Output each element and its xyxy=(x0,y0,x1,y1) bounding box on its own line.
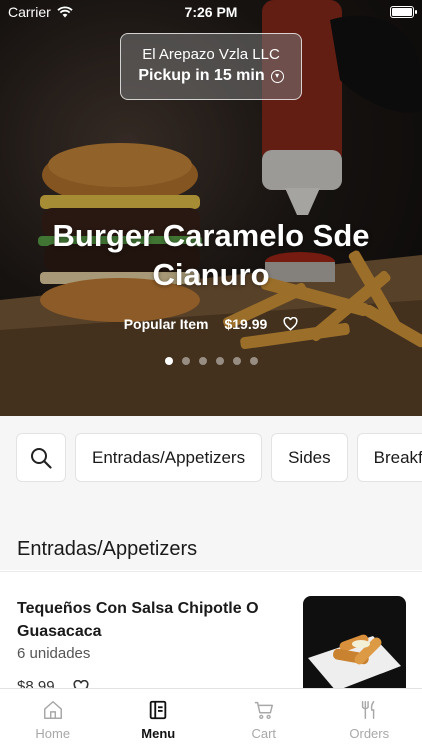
carousel-dot[interactable] xyxy=(232,357,241,365)
category-chip-appetizers[interactable]: Entradas/Appetizers xyxy=(75,433,263,482)
section-header: Entradas/Appetizers xyxy=(0,500,422,570)
carousel-dot[interactable] xyxy=(181,357,190,365)
pickup-selector[interactable]: El Arepazo Vzla LLC Pickup in 15 min ▾ xyxy=(120,33,302,100)
tab-cart-label: Cart xyxy=(251,726,277,741)
pickup-time: Pickup in 15 min xyxy=(138,67,265,84)
cart-icon xyxy=(254,701,273,720)
category-chip-sides[interactable]: Sides xyxy=(271,433,348,482)
tab-menu[interactable]: Menu xyxy=(109,689,207,750)
tab-orders[interactable]: Orders xyxy=(320,689,418,750)
featured-price: $19.99 xyxy=(224,316,268,332)
item-name: Tequeños Con Salsa Chipotle O Guasacaca xyxy=(17,600,259,640)
section-title: Entradas/Appetizers xyxy=(17,538,198,560)
search-button[interactable] xyxy=(16,433,66,482)
tab-bar: Home Menu Cart Orders xyxy=(0,688,422,750)
carousel-dot[interactable] xyxy=(198,357,207,365)
home-icon xyxy=(43,701,62,719)
carousel-dot[interactable] xyxy=(249,357,258,365)
tab-cart[interactable]: Cart xyxy=(215,689,313,750)
tab-orders-label: Orders xyxy=(349,726,390,741)
pickup-time-row: Pickup in 15 min ▾ xyxy=(121,67,301,85)
tab-home[interactable]: Home xyxy=(4,689,102,750)
item-image xyxy=(303,596,406,689)
category-bar: Entradas/Appetizers Sides Breakfast xyxy=(0,416,422,500)
clock: 7:26 PM xyxy=(184,4,238,20)
search-icon xyxy=(31,447,52,469)
tab-home-label: Home xyxy=(35,726,71,741)
orders-icon xyxy=(362,701,375,719)
carousel-dot[interactable] xyxy=(215,357,224,365)
menu-icon xyxy=(150,700,167,720)
store-name: El Arepazo Vzla LLC xyxy=(142,46,280,63)
featured-item-title: Burger Caramelo Sde Cianuro xyxy=(52,218,370,292)
chevron-down-icon: ▾ xyxy=(270,69,284,83)
menu-item-card[interactable]: Tequeños Con Salsa Chipotle O Guasacaca … xyxy=(0,571,422,689)
status-bar: Carrier 7:26 PM xyxy=(0,0,422,24)
popular-badge: Popular Item xyxy=(123,316,209,332)
carousel-dot[interactable] xyxy=(164,357,173,365)
category-chip-breakfast[interactable]: Breakfast xyxy=(356,433,422,482)
favorite-heart-icon[interactable] xyxy=(283,317,298,331)
item-description: 6 unidades xyxy=(17,645,91,662)
carousel-indicator[interactable] xyxy=(0,357,422,365)
battery-icon xyxy=(390,6,417,18)
tab-menu-label: Menu xyxy=(141,726,176,741)
featured-item-meta: Popular Item $19.99 xyxy=(0,316,422,332)
